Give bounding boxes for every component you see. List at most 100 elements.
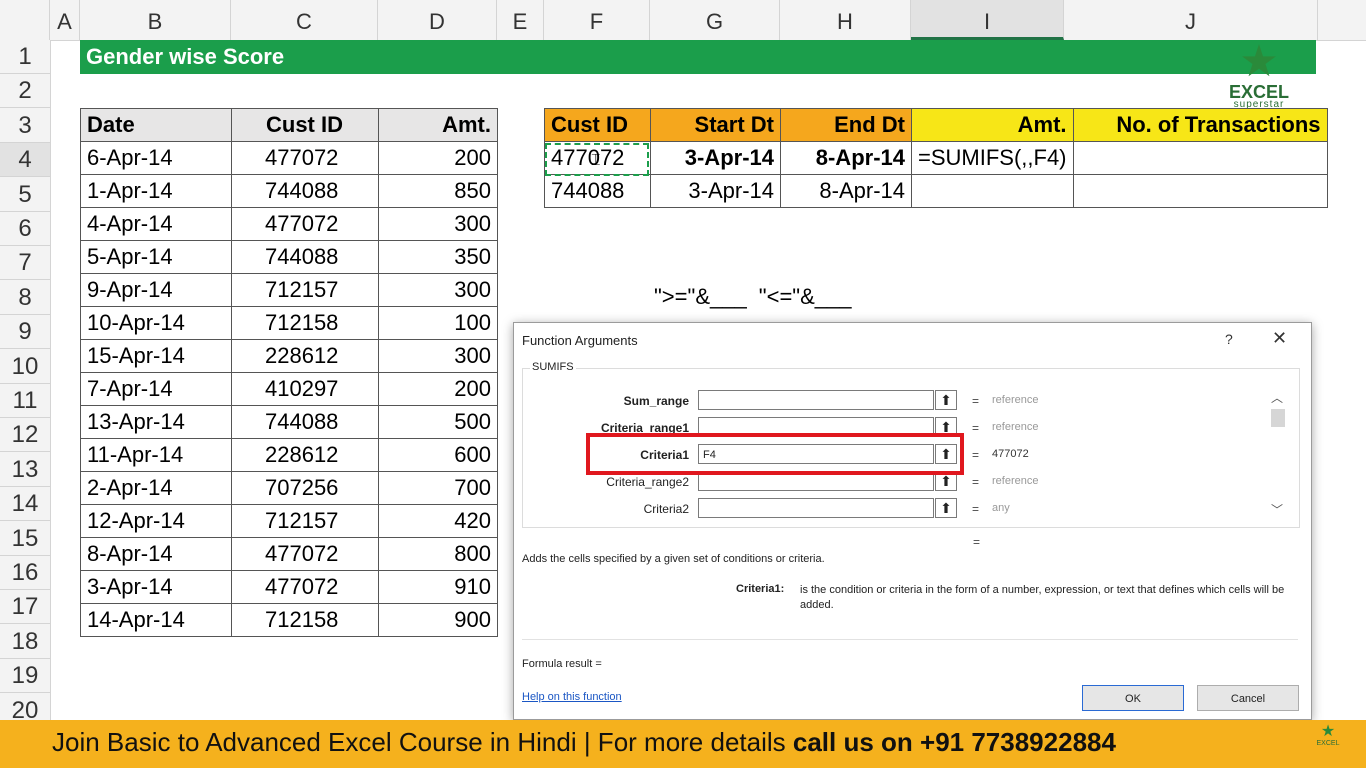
table-cell[interactable]: 600: [378, 438, 498, 472]
table-cell[interactable]: 3-Apr-14: [80, 570, 232, 604]
table-cell[interactable]: 800: [378, 537, 498, 571]
table-cell[interactable]: 5-Apr-14: [80, 240, 232, 274]
criteria2-input[interactable]: [698, 498, 934, 518]
sheet-title-bar[interactable]: Gender wise Score: [80, 40, 1316, 74]
sum-range-input[interactable]: [698, 390, 934, 410]
table-cell[interactable]: 712158: [231, 306, 379, 340]
table-cell[interactable]: 477072: [231, 207, 379, 241]
table-cell[interactable]: [1072, 174, 1328, 208]
column-header-e[interactable]: E: [497, 0, 544, 40]
table-cell[interactable]: 477072: [231, 141, 379, 175]
table-cell[interactable]: 744088: [231, 174, 379, 208]
table-cell[interactable]: 3-Apr-14: [650, 141, 781, 175]
chevron-up-icon[interactable]: ︿: [1271, 389, 1283, 406]
table-cell[interactable]: [1072, 141, 1328, 175]
row-header[interactable]: 17: [0, 590, 50, 625]
table-cell[interactable]: 10-Apr-14: [80, 306, 232, 340]
row-header[interactable]: 4: [0, 143, 50, 178]
table-cell[interactable]: =SUMIFS(,,F4): [911, 141, 1074, 175]
table-cell[interactable]: 744088: [544, 174, 651, 208]
args-scrollbar[interactable]: ︿ ﹀: [1268, 389, 1286, 519]
table-cell[interactable]: 712158: [231, 603, 379, 637]
row-header[interactable]: 3: [0, 109, 50, 143]
row-header[interactable]: 11: [0, 384, 50, 418]
column-header-a[interactable]: A: [50, 0, 80, 40]
table-cell[interactable]: 420: [378, 504, 498, 538]
function-arguments-dialog[interactable]: Function Arguments ? ✕ SUMIFS Sum_range …: [513, 322, 1312, 720]
table-cell[interactable]: 477072: [231, 570, 379, 604]
column-header-d[interactable]: D: [378, 0, 497, 40]
table-cell[interactable]: 6-Apr-14: [80, 141, 232, 175]
table-cell[interactable]: 744088: [231, 405, 379, 439]
row-header[interactable]: 14: [0, 487, 50, 522]
table-cell[interactable]: 11-Apr-14: [80, 438, 232, 472]
table-cell[interactable]: 300: [378, 273, 498, 307]
column-header-b[interactable]: B: [80, 0, 231, 40]
table-cell[interactable]: 228612: [231, 438, 379, 472]
ok-button[interactable]: OK: [1082, 685, 1184, 711]
header-cell[interactable]: Cust ID: [231, 108, 379, 142]
table-cell[interactable]: 500: [378, 405, 498, 439]
row-header[interactable]: 7: [0, 246, 50, 281]
column-header-c[interactable]: C: [231, 0, 378, 40]
row-header[interactable]: 9: [0, 315, 50, 350]
header-cell[interactable]: Amt.: [378, 108, 498, 142]
column-header-j[interactable]: J: [1064, 0, 1318, 40]
row-header[interactable]: 19: [0, 659, 50, 694]
table-cell[interactable]: 13-Apr-14: [80, 405, 232, 439]
table-cell[interactable]: 8-Apr-14: [780, 141, 912, 175]
column-header-g[interactable]: G: [650, 0, 780, 40]
table-cell[interactable]: 3-Apr-14: [650, 174, 781, 208]
table-cell[interactable]: 300: [378, 339, 498, 373]
header-cell[interactable]: Amt.: [911, 108, 1074, 142]
table-cell[interactable]: 7-Apr-14: [80, 372, 232, 406]
table-cell[interactable]: 12-Apr-14: [80, 504, 232, 538]
column-header-f[interactable]: F: [544, 0, 650, 40]
table-cell[interactable]: 744088: [231, 240, 379, 274]
header-cell[interactable]: Date: [80, 108, 232, 142]
table-cell[interactable]: 1-Apr-14: [80, 174, 232, 208]
table-cell[interactable]: 8-Apr-14: [780, 174, 912, 208]
table-cell[interactable]: 100: [378, 306, 498, 340]
row-header[interactable]: 18: [0, 625, 50, 659]
row-header[interactable]: 1: [0, 40, 50, 74]
column-header-h[interactable]: H: [780, 0, 911, 40]
table-cell[interactable]: 712157: [231, 273, 379, 307]
table-cell[interactable]: 9-Apr-14: [80, 273, 232, 307]
row-header[interactable]: 2: [0, 74, 50, 109]
table-cell[interactable]: 477072: [231, 537, 379, 571]
cancel-button[interactable]: Cancel: [1197, 685, 1299, 711]
help-icon[interactable]: ?: [1225, 331, 1233, 347]
row-header[interactable]: 16: [0, 556, 50, 590]
collapse-dialog-icon[interactable]: ⬆: [935, 498, 957, 518]
row-header[interactable]: 8: [0, 281, 50, 315]
table-cell[interactable]: 900: [378, 603, 498, 637]
table-cell[interactable]: 2-Apr-14: [80, 471, 232, 505]
table-cell[interactable]: 350: [378, 240, 498, 274]
table-cell[interactable]: 910: [378, 570, 498, 604]
table-cell[interactable]: 300: [378, 207, 498, 241]
table-cell[interactable]: 700: [378, 471, 498, 505]
table-cell[interactable]: 15-Apr-14: [80, 339, 232, 373]
row-header[interactable]: 12: [0, 418, 50, 453]
row-header[interactable]: 13: [0, 453, 50, 487]
close-icon[interactable]: ✕: [1272, 328, 1287, 349]
header-cell[interactable]: Cust ID: [544, 108, 651, 142]
row-header[interactable]: 10: [0, 350, 50, 384]
table-cell[interactable]: 14-Apr-14: [80, 603, 232, 637]
table-cell[interactable]: 410297: [231, 372, 379, 406]
chevron-down-icon[interactable]: ﹀: [1271, 501, 1283, 518]
scroll-thumb[interactable]: [1271, 409, 1285, 427]
header-cell[interactable]: Start Dt: [650, 108, 781, 142]
table-cell[interactable]: 707256: [231, 471, 379, 505]
table-cell[interactable]: 228612: [231, 339, 379, 373]
table-cell[interactable]: 200: [378, 372, 498, 406]
help-on-function-link[interactable]: Help on this function: [522, 691, 622, 703]
header-cell[interactable]: No. of Transactions: [1072, 108, 1328, 142]
table-cell[interactable]: [911, 174, 1074, 208]
collapse-dialog-icon[interactable]: ⬆: [935, 390, 957, 410]
table-cell[interactable]: 712157: [231, 504, 379, 538]
row-header[interactable]: 5: [0, 178, 50, 212]
row-header[interactable]: 15: [0, 522, 50, 556]
header-cell[interactable]: End Dt: [780, 108, 912, 142]
